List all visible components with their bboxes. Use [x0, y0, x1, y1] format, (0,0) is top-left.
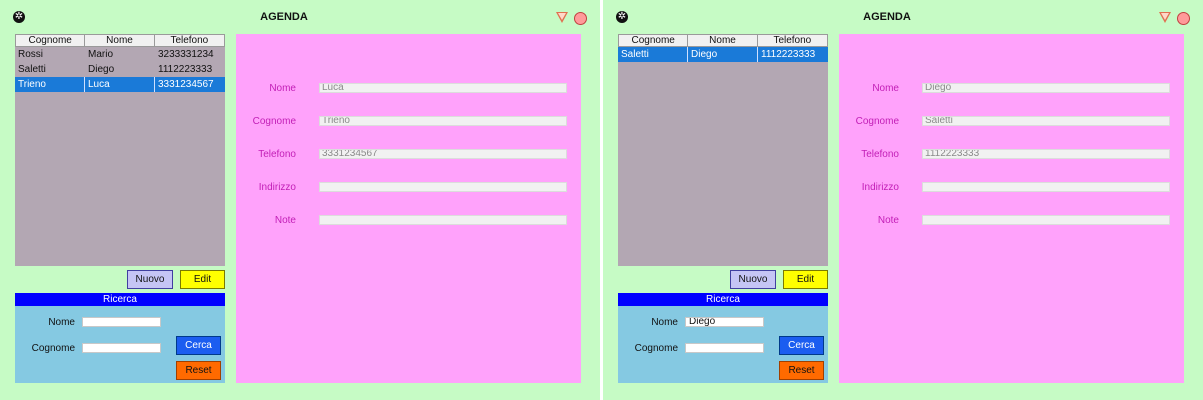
ricerca-panel: Nome Diego Cognome Cerca Reset [618, 306, 828, 383]
detail-field-cognome[interactable]: Saletti [922, 116, 1170, 126]
cell-nome: Mario [88, 49, 114, 60]
detail-field-nome[interactable]: Luca [319, 83, 567, 93]
cell-telefono: 1112223333 [761, 49, 816, 60]
cell-cognome: Saletti [18, 64, 46, 75]
cell-nome: Luca [85, 77, 155, 92]
column-header-cognome[interactable]: Cognome [619, 35, 689, 46]
detail-label-cognome: Cognome [252, 116, 296, 127]
ricerca-header: Ricerca [15, 293, 225, 306]
reset-button[interactable]: Reset [779, 361, 824, 380]
search-cognome-input[interactable] [82, 343, 161, 353]
table-header: Cognome Nome Telefono [15, 34, 225, 47]
detail-panel: Nome Diego Cognome Saletti Telefono 1112… [839, 34, 1184, 383]
detail-field-indirizzo[interactable] [319, 182, 567, 192]
column-header-telefono[interactable]: Telefono [155, 35, 224, 46]
edit-button[interactable]: Edit [180, 270, 225, 289]
nuovo-button[interactable]: Nuovo [127, 270, 173, 289]
detail-label-nome: Nome [269, 83, 296, 94]
cell-nome: Diego [688, 47, 758, 62]
detail-label-telefono: Telefono [861, 149, 899, 160]
detail-label-indirizzo: Indirizzo [258, 182, 296, 193]
detail-field-note[interactable] [319, 215, 567, 225]
cell-telefono: 3331234567 [158, 79, 214, 90]
cerca-button[interactable]: Cerca [176, 336, 221, 355]
reset-button[interactable]: Reset [176, 361, 221, 380]
detail-label-note: Note [877, 215, 899, 226]
search-cognome-label: Cognome [31, 343, 75, 354]
table-row-selected[interactable]: Trieno Luca 3331234567 [15, 77, 225, 92]
column-header-cognome[interactable]: Cognome [16, 35, 86, 46]
detail-field-telefono[interactable]: 3331234567 [319, 149, 567, 159]
detail-field-cognome[interactable]: Trieno [319, 116, 567, 126]
cerca-button[interactable]: Cerca [779, 336, 824, 355]
edit-button[interactable]: Edit [783, 270, 828, 289]
cell-cognome: Rossi [18, 49, 44, 60]
window-title: AGENDA [260, 11, 308, 23]
column-header-nome[interactable]: Nome [688, 35, 758, 46]
cell-cognome: Trieno [15, 77, 85, 92]
detail-label-note: Note [274, 215, 296, 226]
minimize-icon-inner [558, 13, 566, 20]
window-title: AGENDA [863, 11, 911, 23]
detail-label-cognome: Cognome [855, 116, 899, 127]
agenda-window-2: ✲ AGENDA Cognome Nome Telefono Saletti D… [603, 0, 1203, 400]
detail-field-telefono[interactable]: 1112223333 [922, 149, 1170, 159]
detail-field-nome[interactable]: Diego [922, 83, 1170, 93]
contacts-table: Cognome Nome Telefono Saletti Diego 1112… [618, 34, 828, 266]
cell-nome: Diego [88, 64, 115, 75]
search-nome-input[interactable]: Diego [685, 317, 764, 327]
table-row[interactable]: Saletti Diego 1112223333 [15, 62, 225, 77]
detail-panel: Nome Luca Cognome Trieno Telefono 333123… [236, 34, 581, 383]
agenda-window-1: ✲ AGENDA Cognome Nome Telefono Rossi Mar… [0, 0, 600, 400]
table-row[interactable]: Rossi Mario 3233331234 [15, 47, 225, 62]
ricerca-panel: Nome Cognome Cerca Reset [15, 306, 225, 383]
detail-label-indirizzo: Indirizzo [861, 182, 899, 193]
search-cognome-label: Cognome [634, 343, 678, 354]
close-icon[interactable] [574, 12, 587, 25]
search-cognome-input[interactable] [685, 343, 764, 353]
cell-cognome: Saletti [618, 47, 688, 62]
cell-telefono: 3233331234 [158, 49, 214, 60]
minimize-icon-inner [1161, 13, 1169, 20]
detail-label-nome: Nome [872, 83, 899, 94]
nuovo-button[interactable]: Nuovo [730, 270, 776, 289]
column-header-nome[interactable]: Nome [85, 35, 155, 46]
search-nome-label: Nome [48, 317, 75, 328]
cell-telefono: 1112223333 [158, 64, 213, 75]
detail-field-indirizzo[interactable] [922, 182, 1170, 192]
detail-label-telefono: Telefono [258, 149, 296, 160]
ricerca-header: Ricerca [618, 293, 828, 306]
close-icon[interactable] [1177, 12, 1190, 25]
search-nome-label: Nome [651, 317, 678, 328]
detail-field-note[interactable] [922, 215, 1170, 225]
table-row-selected[interactable]: Saletti Diego 1112223333 [618, 47, 828, 62]
table-header: Cognome Nome Telefono [618, 34, 828, 47]
column-header-telefono[interactable]: Telefono [758, 35, 827, 46]
search-nome-input[interactable] [82, 317, 161, 327]
contacts-table: Cognome Nome Telefono Rossi Mario 323333… [15, 34, 225, 266]
